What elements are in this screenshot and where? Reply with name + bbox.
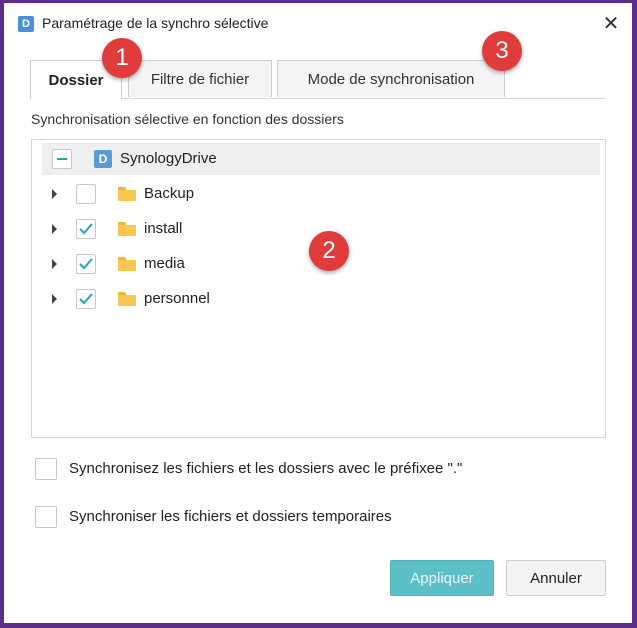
synology-drive-icon: D — [94, 150, 112, 168]
synology-drive-app-icon: D — [18, 16, 34, 32]
checkmark-icon — [79, 258, 93, 270]
tab-label: Filtre de fichier — [150, 70, 250, 88]
section-label: Synchronisation sélective en fonction de… — [31, 111, 344, 127]
checkmark-icon — [79, 293, 93, 305]
close-icon: ✕ — [602, 13, 620, 35]
folder-checkbox[interactable] — [76, 219, 96, 239]
expand-arrow-icon[interactable] — [52, 189, 57, 199]
annotation-badge-3: 3 — [482, 31, 522, 71]
tree-row-personnel[interactable]: personnel — [42, 283, 602, 315]
folder-tree: D SynologyDrive Backup install media per… — [31, 139, 606, 438]
dialog-window: D Paramétrage de la synchro sélective ✕ … — [4, 3, 632, 623]
annotation-badge-2: 2 — [309, 231, 349, 271]
folder-checkbox[interactable] — [76, 254, 96, 274]
root-partial-checkbox[interactable] — [52, 149, 72, 169]
tree-root-label: SynologyDrive — [120, 150, 217, 167]
expand-arrow-icon[interactable] — [52, 259, 57, 269]
tab-label: Dossier — [48, 71, 104, 89]
tree-row-backup[interactable]: Backup — [42, 178, 602, 210]
folder-label: install — [144, 220, 183, 237]
folder-label: personnel — [144, 290, 210, 307]
folder-checkbox[interactable] — [76, 289, 96, 309]
tab-mode-de-synchronisation[interactable]: Mode de synchronisation — [277, 60, 505, 97]
window-title: Paramétrage de la synchro sélective — [42, 15, 269, 31]
tab-label: Mode de synchronisation — [307, 70, 475, 88]
expand-arrow-icon[interactable] — [52, 224, 57, 234]
folder-icon — [118, 292, 136, 306]
option-label: Synchroniser les fichiers et dossiers te… — [69, 508, 392, 525]
close-button[interactable]: ✕ — [598, 11, 624, 37]
option-checkbox[interactable] — [35, 458, 57, 480]
cancel-button[interactable]: Annuler — [506, 560, 606, 596]
folder-checkbox[interactable] — [76, 184, 96, 204]
apply-button-label: Appliquer — [410, 569, 474, 587]
expand-arrow-icon[interactable] — [52, 294, 57, 304]
option-checkbox[interactable] — [35, 506, 57, 528]
title-bar: D Paramétrage de la synchro sélective ✕ — [4, 3, 632, 43]
tree-row-root[interactable]: D SynologyDrive — [42, 143, 600, 175]
checkmark-icon — [79, 223, 93, 235]
annotation-badge-1: 1 — [102, 38, 142, 78]
folder-label: media — [144, 255, 185, 272]
apply-button[interactable]: Appliquer — [390, 560, 494, 596]
folder-icon — [118, 257, 136, 271]
folder-label: Backup — [144, 185, 195, 202]
cancel-button-label: Annuler — [530, 569, 582, 587]
partial-check-icon — [57, 158, 67, 160]
option-label: Synchronisez les fichiers et les dossier… — [69, 460, 463, 477]
folder-icon — [118, 222, 136, 236]
folder-icon — [118, 187, 136, 201]
tab-filtre-de-fichier[interactable]: Filtre de fichier — [128, 60, 272, 97]
